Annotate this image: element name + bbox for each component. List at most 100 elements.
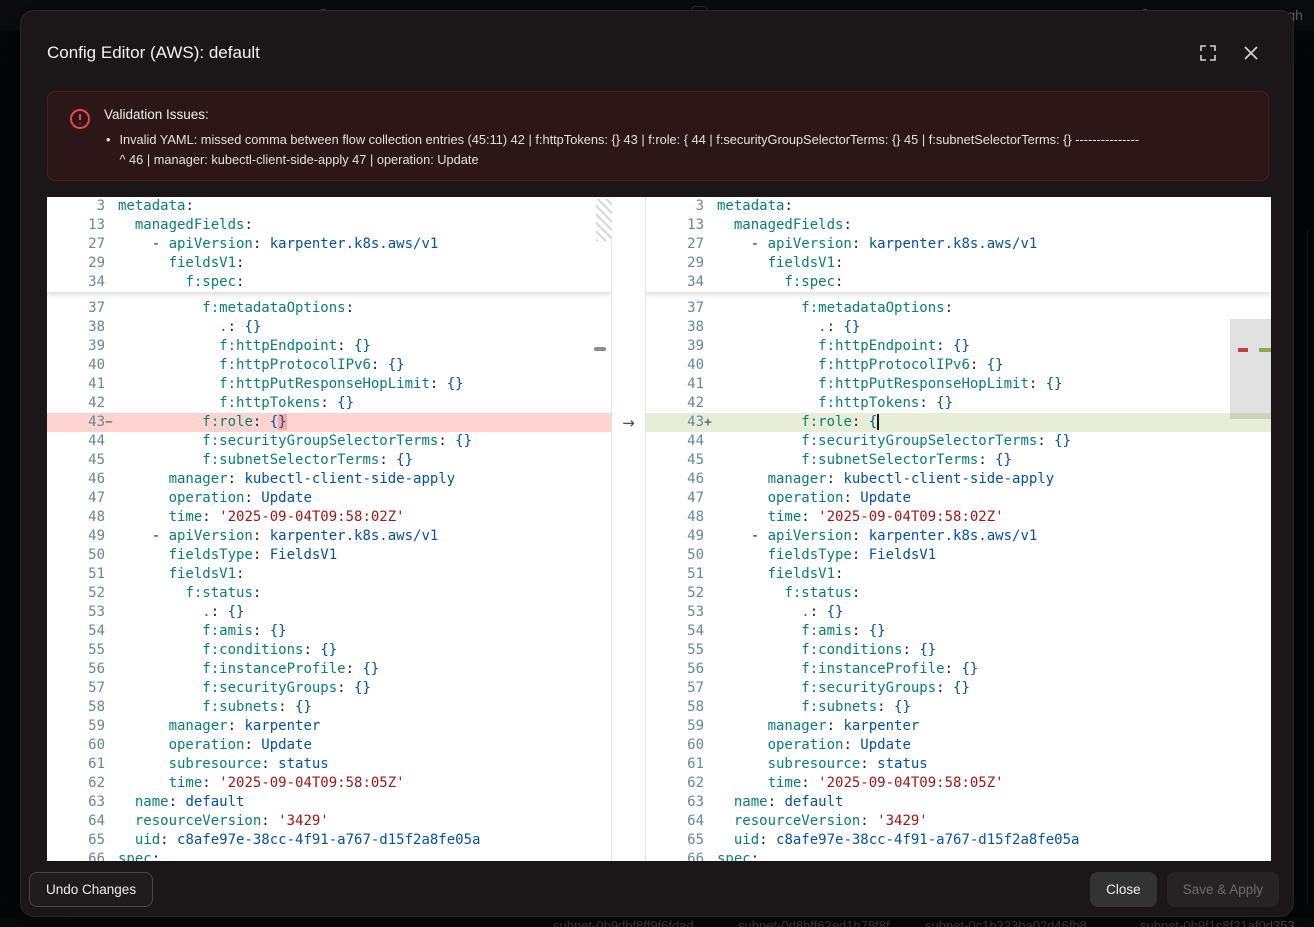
code-text[interactable]: f:conditions: {} [118, 641, 611, 660]
code-row[interactable]: 27 - apiVersion: karpenter.k8s.aws/v1 [47, 235, 611, 254]
code-text[interactable]: - apiVersion: karpenter.k8s.aws/v1 [118, 527, 611, 546]
code-text[interactable]: fieldsType: FieldsV1 [118, 546, 611, 565]
code-text[interactable]: manager: kubectl-client-side-apply [717, 470, 1271, 489]
code-row[interactable]: 59 manager: karpenter [646, 717, 1271, 736]
code-row[interactable]: 63 name: default [646, 793, 1271, 812]
left-scrollbar-handle[interactable] [594, 347, 606, 351]
code-text[interactable]: operation: Update [118, 489, 611, 508]
code-row[interactable]: 57 f:securityGroups: {} [47, 679, 611, 698]
code-text[interactable]: time: '2025-09-04T09:58:02Z' [717, 508, 1271, 527]
save-apply-button[interactable]: Save & Apply [1167, 872, 1279, 907]
diff-original-pane[interactable]: 3metadata:13 managedFields:27 - apiVersi… [47, 197, 611, 861]
code-text[interactable]: time: '2025-09-04T09:58:05Z' [118, 774, 611, 793]
code-row[interactable]: 13 managedFields: [47, 216, 611, 235]
code-row[interactable]: 53 .: {} [646, 603, 1271, 622]
code-row[interactable]: 44 f:securityGroupSelectorTerms: {} [47, 432, 611, 451]
code-row[interactable]: 43− f:role: {} [47, 413, 611, 432]
code-text[interactable]: f:metadataOptions: [717, 299, 1271, 318]
code-row[interactable]: 48 time: '2025-09-04T09:58:02Z' [47, 508, 611, 527]
code-text[interactable]: f:role: {} [118, 413, 611, 432]
code-text[interactable]: - apiVersion: karpenter.k8s.aws/v1 [717, 235, 1271, 254]
code-text[interactable]: .: {} [717, 603, 1271, 622]
code-text[interactable]: f:conditions: {} [717, 641, 1271, 660]
code-text[interactable]: managedFields: [118, 216, 611, 235]
code-row[interactable]: 64 resourceVersion: '3429' [646, 812, 1271, 831]
code-text[interactable]: uid: c8afe97e-38cc-4f91-a767-d15f2a8fe05… [118, 831, 611, 850]
code-text[interactable]: f:securityGroups: {} [118, 679, 611, 698]
code-row[interactable]: 41 f:httpPutResponseHopLimit: {} [47, 375, 611, 394]
code-row[interactable]: 60 operation: Update [47, 736, 611, 755]
code-text[interactable]: f:status: [717, 584, 1271, 603]
code-row[interactable]: 54 f:amis: {} [47, 622, 611, 641]
code-text[interactable]: f:httpEndpoint: {} [118, 337, 611, 356]
code-row[interactable]: 45 f:subnetSelectorTerms: {} [646, 451, 1271, 470]
code-row[interactable]: 40 f:httpProtocolIPv6: {} [47, 356, 611, 375]
code-row[interactable]: 43+ f:role: { [646, 413, 1271, 432]
code-text[interactable]: f:amis: {} [118, 622, 611, 641]
code-text[interactable]: f:subnetSelectorTerms: {} [118, 451, 611, 470]
close-dialog-button[interactable] [1239, 41, 1263, 65]
code-text[interactable]: fieldsType: FieldsV1 [717, 546, 1271, 565]
code-row[interactable]: 44 f:securityGroupSelectorTerms: {} [646, 432, 1271, 451]
code-row[interactable]: 37 f:metadataOptions: [646, 299, 1271, 318]
code-text[interactable]: metadata: [118, 197, 611, 216]
fullscreen-button[interactable] [1195, 40, 1221, 66]
close-button[interactable]: Close [1090, 872, 1157, 907]
code-row[interactable]: 38 .: {} [646, 318, 1271, 337]
code-text[interactable]: f:httpPutResponseHopLimit: {} [717, 375, 1271, 394]
code-row[interactable]: 58 f:subnets: {} [47, 698, 611, 717]
code-text[interactable]: .: {} [717, 318, 1271, 337]
code-text[interactable]: f:httpProtocolIPv6: {} [118, 356, 611, 375]
code-row[interactable]: 48 time: '2025-09-04T09:58:02Z' [646, 508, 1271, 527]
code-row[interactable]: 39 f:httpEndpoint: {} [646, 337, 1271, 356]
code-text[interactable]: f:httpEndpoint: {} [717, 337, 1271, 356]
code-row[interactable]: 13 managedFields: [646, 216, 1271, 235]
code-row[interactable]: 51 fieldsV1: [646, 565, 1271, 584]
code-text[interactable]: fieldsV1: [717, 565, 1271, 584]
code-text[interactable]: .: {} [118, 318, 611, 337]
code-row[interactable]: 49 - apiVersion: karpenter.k8s.aws/v1 [646, 527, 1271, 546]
code-text[interactable]: time: '2025-09-04T09:58:02Z' [118, 508, 611, 527]
code-row[interactable]: 61 subresource: status [646, 755, 1271, 774]
code-row[interactable]: 46 manager: kubectl-client-side-apply [47, 470, 611, 489]
diff-modified-pane[interactable]: 3metadata:13 managedFields:27 - apiVersi… [646, 197, 1271, 861]
code-text[interactable]: fieldsV1: [118, 565, 611, 584]
code-text[interactable]: subresource: status [717, 755, 1271, 774]
code-text[interactable]: resourceVersion: '3429' [118, 812, 611, 831]
code-text[interactable]: f:role: { [717, 413, 1271, 432]
code-row[interactable]: 55 f:conditions: {} [47, 641, 611, 660]
right-code-body[interactable]: 37 f:metadataOptions:38 .: {}39 f:httpEn… [646, 299, 1271, 861]
code-row[interactable]: 50 fieldsType: FieldsV1 [646, 546, 1271, 565]
code-row[interactable]: 50 fieldsType: FieldsV1 [47, 546, 611, 565]
code-text[interactable]: time: '2025-09-04T09:58:05Z' [717, 774, 1271, 793]
code-row[interactable]: 57 f:securityGroups: {} [646, 679, 1271, 698]
code-row[interactable]: 65 uid: c8afe97e-38cc-4f91-a767-d15f2a8f… [646, 831, 1271, 850]
code-row[interactable]: 56 f:instanceProfile: {} [47, 660, 611, 679]
code-row[interactable]: 49 - apiVersion: karpenter.k8s.aws/v1 [47, 527, 611, 546]
code-row[interactable]: 39 f:httpEndpoint: {} [47, 337, 611, 356]
code-text[interactable]: subresource: status [118, 755, 611, 774]
code-text[interactable]: - apiVersion: karpenter.k8s.aws/v1 [118, 235, 611, 254]
code-row[interactable]: 61 subresource: status [47, 755, 611, 774]
code-row[interactable]: 52 f:status: [646, 584, 1271, 603]
code-row[interactable]: 42 f:httpTokens: {} [47, 394, 611, 413]
code-text[interactable]: managedFields: [717, 216, 1271, 235]
code-text[interactable]: f:httpTokens: {} [118, 394, 611, 413]
code-text[interactable]: manager: kubectl-client-side-apply [118, 470, 611, 489]
code-text[interactable]: manager: karpenter [717, 717, 1271, 736]
code-text[interactable]: f:spec: [118, 273, 611, 292]
code-row[interactable]: 56 f:instanceProfile: {} [646, 660, 1271, 679]
code-text[interactable]: f:instanceProfile: {} [118, 660, 611, 679]
code-row[interactable]: 38 .: {} [47, 318, 611, 337]
code-row[interactable]: 65 uid: c8afe97e-38cc-4f91-a767-d15f2a8f… [47, 831, 611, 850]
code-row[interactable]: 58 f:subnets: {} [646, 698, 1271, 717]
left-code-body[interactable]: 37 f:metadataOptions:38 .: {}39 f:httpEn… [47, 299, 611, 861]
code-text[interactable]: f:securityGroupSelectorTerms: {} [717, 432, 1271, 451]
code-text[interactable]: metadata: [717, 197, 1271, 216]
code-text[interactable]: f:subnetSelectorTerms: {} [717, 451, 1271, 470]
code-text[interactable]: .: {} [118, 603, 611, 622]
code-text[interactable]: uid: c8afe97e-38cc-4f91-a767-d15f2a8fe05… [717, 831, 1271, 850]
code-text[interactable]: operation: Update [717, 489, 1271, 508]
code-text[interactable]: f:httpProtocolIPv6: {} [717, 356, 1271, 375]
code-text[interactable]: operation: Update [717, 736, 1271, 755]
